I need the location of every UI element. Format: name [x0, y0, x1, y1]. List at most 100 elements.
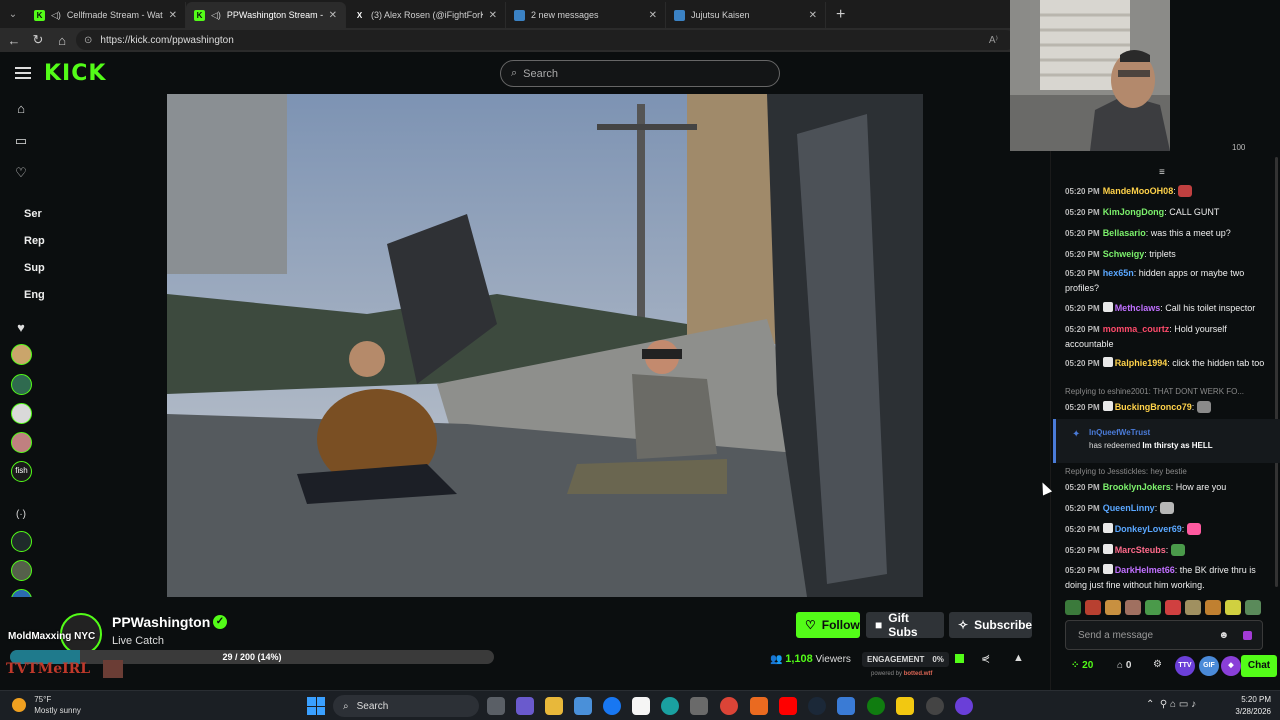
youtube-icon[interactable] — [779, 697, 797, 715]
clock[interactable]: 5:20 PM 3/28/2026 — [1205, 694, 1271, 718]
close-tab-icon[interactable]: ✕ — [649, 10, 657, 21]
recommended-channel-avatar[interactable] — [11, 560, 32, 581]
emote-item[interactable] — [1105, 600, 1121, 615]
extension-icon[interactable] — [1243, 630, 1252, 640]
chat-message[interactable]: 05:20 PM DonkeyLover69: — [1065, 522, 1271, 537]
chat-message[interactable]: 05:20 PM Bellasario: was this a meet up? — [1065, 226, 1271, 241]
chat-message[interactable]: 05:20 PM DarkHelmet66: the BK drive thru … — [1065, 563, 1271, 592]
chat-message[interactable]: 05:20 PM Schweigy: triplets — [1065, 247, 1271, 262]
system-tray[interactable]: ⌃ ⚲ ⌂ ▭ ♪ — [1146, 699, 1196, 710]
windows-start-icon[interactable] — [307, 697, 325, 715]
back-icon[interactable]: ← — [2, 33, 26, 48]
obs-icon[interactable] — [926, 697, 944, 715]
emote-item[interactable] — [1165, 600, 1181, 615]
sidebar-label-3[interactable]: Sup — [24, 262, 45, 274]
video-player[interactable] — [167, 94, 923, 597]
close-tab-icon[interactable]: ✕ — [809, 10, 817, 21]
taskbar-search[interactable]: ⌕ Search — [333, 695, 479, 717]
followed-channel-avatar[interactable] — [11, 344, 32, 365]
close-tab-icon[interactable]: ✕ — [489, 10, 497, 21]
chat-username[interactable]: QueenLinny — [1103, 503, 1155, 513]
steam-icon[interactable] — [808, 697, 826, 715]
emote-item[interactable] — [1185, 600, 1201, 615]
following-nav-icon[interactable]: ♡ — [12, 164, 30, 182]
chat-message[interactable]: 05:20 PM MandeMooOH08: — [1065, 184, 1271, 199]
followed-channel-avatar[interactable]: fish — [11, 461, 32, 482]
emote-item[interactable] — [1065, 600, 1081, 615]
close-tab-icon[interactable]: ✕ — [329, 10, 337, 21]
channel-points[interactable]: ⁘ 20 — [1071, 660, 1093, 671]
share-icon[interactable]: ⋞ — [981, 652, 990, 665]
chat-message[interactable]: 05:20 PM QueenLinny: — [1065, 501, 1271, 516]
followed-channel-avatar[interactable] — [11, 432, 32, 453]
emote-item[interactable] — [1085, 600, 1101, 615]
vlc-icon[interactable] — [750, 697, 768, 715]
sidebar-label-2[interactable]: Rep — [24, 235, 45, 247]
chat-message[interactable]: 05:20 PM BrooklynJokers: How are you — [1065, 480, 1271, 495]
speaker-icon[interactable]: ◁) — [51, 10, 61, 21]
chrome-icon[interactable] — [720, 697, 738, 715]
read-aloud-icon[interactable]: A⁾ — [989, 35, 998, 46]
app-icon[interactable] — [837, 697, 855, 715]
home-nav-icon[interactable]: ⌂ — [12, 100, 30, 118]
chat-message[interactable]: 05:20 PM Methclaws: Call his toilet inspe… — [1065, 301, 1271, 316]
chat-username[interactable]: Schweigy — [1103, 249, 1145, 259]
redeem-user[interactable]: InQueefWeTrust — [1089, 428, 1150, 437]
chat-message[interactable]: 05:20 PM MarcSteubs: — [1065, 543, 1271, 558]
channel-name[interactable]: PPWashington — [112, 614, 210, 630]
extension-button[interactable]: ◆ — [1221, 656, 1241, 676]
follow-button[interactable]: ♡ Follow — [796, 612, 860, 638]
amazon-icon[interactable] — [632, 697, 650, 715]
browser-tab[interactable]: K ◁) PPWashington Stream - Watch ✕ — [186, 2, 346, 28]
followed-channel-avatar[interactable] — [11, 374, 32, 395]
sidebar-label-4[interactable]: Eng — [24, 289, 45, 301]
recommended-channel-avatar[interactable] — [11, 531, 32, 552]
chat-username[interactable]: DarkHelmet66 — [1115, 565, 1175, 575]
browser-tab[interactable]: 2 new messages ✕ — [506, 2, 666, 28]
send-chat-button[interactable]: Chat — [1241, 655, 1277, 677]
gif-button[interactable]: GIF — [1199, 656, 1219, 676]
tab-actions-icon[interactable]: ⌄ — [0, 0, 26, 28]
hamburger-menu-icon[interactable] — [15, 64, 31, 80]
emoji-picker-icon[interactable]: ☻ — [1218, 630, 1229, 641]
emote-item[interactable] — [1145, 600, 1161, 615]
chat-message[interactable]: 05:20 PM hex65n: hidden apps or maybe two… — [1065, 266, 1271, 295]
followed-channel-avatar[interactable] — [11, 403, 32, 424]
xbox-icon[interactable] — [867, 697, 885, 715]
search-input[interactable]: ⌕ Search — [500, 60, 780, 87]
reload-icon[interactable]: ↻ — [26, 32, 50, 48]
weather-widget[interactable]: 75°F Mostly sunny — [12, 694, 81, 716]
emote-item[interactable] — [1125, 600, 1141, 615]
chat-username[interactable]: momma_courtz — [1103, 324, 1170, 334]
speaker-icon[interactable]: ◁) — [211, 10, 221, 21]
emote-item[interactable] — [1245, 600, 1261, 615]
chat-username[interactable]: KimJongDong — [1103, 207, 1165, 217]
chat-message[interactable]: 05:20 PM BuckingBronco79: — [1065, 400, 1271, 415]
sticky-notes-icon[interactable] — [896, 697, 914, 715]
new-tab-button[interactable]: + — [826, 2, 855, 28]
task-view-icon[interactable] — [487, 697, 505, 715]
chat-username[interactable]: MarcSteubs — [1115, 545, 1166, 555]
chat-message[interactable]: 05:20 PM Ralphie1994: click the hidden ta… — [1065, 356, 1271, 371]
chat-message[interactable]: 05:20 PM KimJongDong: CALL GUNT — [1065, 205, 1271, 220]
chat-username[interactable]: BuckingBronco79 — [1115, 402, 1192, 412]
chat-username[interactable]: MandeMooOH08 — [1103, 186, 1174, 196]
site-info-icon[interactable]: ⊙ — [84, 35, 92, 46]
home-icon[interactable]: ⌂ — [50, 33, 74, 48]
chat-username[interactable]: Bellasario — [1103, 228, 1146, 238]
store-icon[interactable] — [574, 697, 592, 715]
chat-username[interactable]: DonkeyLover69 — [1115, 524, 1182, 534]
chat-username[interactable]: Methclaws — [1115, 303, 1161, 313]
close-tab-icon[interactable]: ✕ — [169, 10, 177, 21]
extension-button[interactable]: TTV — [1175, 656, 1195, 676]
chat-settings-icon[interactable]: ⚙ — [1153, 659, 1162, 670]
calculator-icon[interactable] — [690, 697, 708, 715]
browser-tab[interactable]: K ◁) Cellfmade Stream - Watch Live ✕ — [26, 2, 186, 28]
inventory-count[interactable]: ⌂ 0 — [1117, 660, 1131, 671]
browser-tab[interactable]: X (3) Alex Rosen (@iFightForKids) / X ✕ — [346, 2, 506, 28]
subscribe-button[interactable]: ✧ Subscribe — [949, 612, 1032, 638]
browser-tab[interactable]: Jujutsu Kaisen ✕ — [666, 2, 826, 28]
gift-subs-button[interactable]: ■ Gift Subs — [866, 611, 944, 639]
chat-username[interactable]: hex65n — [1103, 268, 1134, 278]
report-icon[interactable]: ▲ — [1013, 652, 1024, 664]
